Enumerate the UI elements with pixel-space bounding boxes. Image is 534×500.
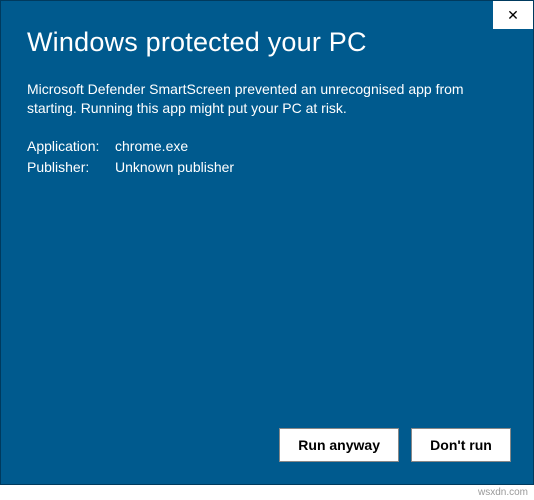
publisher-row: Publisher: Unknown publisher (27, 157, 507, 178)
close-button[interactable]: ✕ (493, 1, 533, 29)
close-icon: ✕ (507, 7, 519, 24)
application-value: chrome.exe (115, 136, 507, 157)
dialog-description: Microsoft Defender SmartScreen prevented… (27, 80, 507, 118)
application-label: Application: (27, 136, 115, 157)
watermark-text: wsxdn.com (478, 487, 528, 498)
dialog-content: Windows protected your PC Microsoft Defe… (1, 1, 533, 204)
publisher-value: Unknown publisher (115, 157, 507, 178)
smartscreen-dialog: ✕ Windows protected your PC Microsoft De… (0, 0, 534, 485)
run-anyway-button[interactable]: Run anyway (279, 428, 399, 462)
publisher-label: Publisher: (27, 157, 115, 178)
application-row: Application: chrome.exe (27, 136, 507, 157)
dont-run-button[interactable]: Don't run (411, 428, 511, 462)
dialog-title: Windows protected your PC (27, 27, 507, 58)
button-row: Run anyway Don't run (279, 428, 511, 462)
